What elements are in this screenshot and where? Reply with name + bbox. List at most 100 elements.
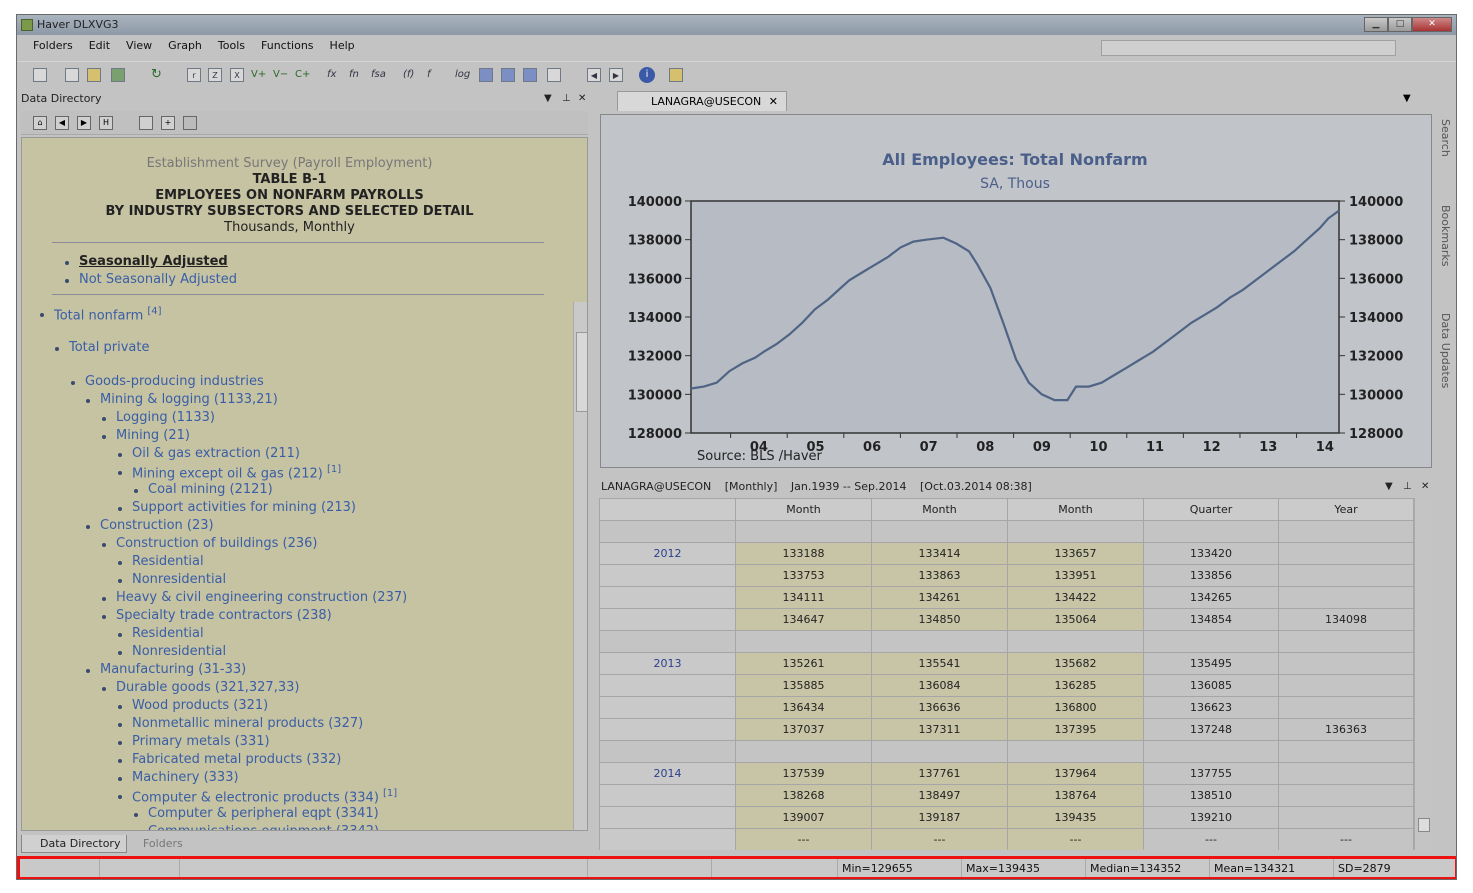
menu-folders[interactable]: Folders	[33, 39, 73, 52]
value-cell[interactable]: 139435	[1007, 806, 1144, 829]
v-plus-icon[interactable]: V+	[251, 67, 266, 83]
tree-item[interactable]: Nonresidential	[118, 572, 226, 587]
bar-chart-icon[interactable]	[479, 68, 493, 82]
value-cell[interactable]: ---	[871, 828, 1008, 850]
tree-item[interactable]: Heavy & civil engineering construction (…	[102, 590, 407, 605]
value-cell[interactable]: 138510	[1143, 784, 1279, 807]
x-icon[interactable]: X	[230, 68, 244, 82]
new-icon[interactable]	[33, 68, 47, 82]
grid-scrollbar[interactable]	[1414, 498, 1432, 850]
tree-item[interactable]: Wood products (321)	[118, 698, 268, 713]
seasonally-adjusted-link[interactable]: Seasonally Adjusted	[65, 254, 228, 269]
value-cell[interactable]: 135064	[1007, 608, 1144, 631]
tree-item[interactable]: Nonmetallic mineral products (327)	[118, 716, 363, 731]
value-cell[interactable]	[1278, 542, 1414, 565]
value-cell[interactable]: 134854	[1143, 608, 1279, 631]
value-cell[interactable]	[1278, 586, 1414, 609]
data-updates-side-tab[interactable]: Data Updates	[1439, 313, 1452, 388]
value-cell[interactable]: 137248	[1143, 718, 1279, 741]
value-cell[interactable]: 134261	[871, 586, 1008, 609]
tree-item[interactable]: Construction of buildings (236)	[102, 536, 318, 551]
year-cell[interactable]: 2014	[599, 762, 736, 785]
footnote-ref[interactable]: [4]	[147, 306, 161, 317]
grid-dropdown-icon[interactable]: ▼	[1385, 477, 1393, 496]
value-cell[interactable]: 139187	[871, 806, 1008, 829]
value-cell[interactable]: 133657	[1007, 542, 1144, 565]
tab-dropdown-icon[interactable]: ▼	[1403, 93, 1411, 104]
fx-icon[interactable]: fx	[327, 67, 336, 83]
value-cell[interactable]: 137964	[1007, 762, 1144, 785]
panel-close-icon[interactable]: ✕	[578, 89, 586, 109]
menu-tools[interactable]: Tools	[218, 39, 245, 52]
c-plus-icon[interactable]: C+	[295, 67, 310, 83]
dropdown-icon[interactable]: ▼	[544, 89, 552, 109]
value-cell[interactable]: 135682	[1007, 652, 1144, 675]
tree-item[interactable]: Mining except oil & gas (212) [1]	[118, 464, 341, 481]
value-cell[interactable]	[1278, 564, 1414, 587]
value-cell[interactable]: 135261	[735, 652, 872, 675]
forward-icon[interactable]: ▶	[609, 68, 623, 82]
value-cell[interactable]: 136434	[735, 696, 872, 719]
value-cell[interactable]: 134265	[1143, 586, 1279, 609]
value-cell[interactable]	[1143, 740, 1279, 763]
back-icon[interactable]: ◀	[587, 68, 601, 82]
chart-3-icon[interactable]	[523, 68, 537, 82]
value-cell[interactable]	[735, 630, 872, 653]
tree-item[interactable]: Oil & gas extraction (211)	[118, 446, 300, 461]
tab-data-directory[interactable]: Data Directory	[21, 835, 128, 853]
tree-item[interactable]: Logging (1133)	[102, 410, 215, 425]
f-icon[interactable]: f	[427, 67, 431, 83]
value-cell[interactable]	[871, 520, 1008, 543]
value-cell[interactable]: 137755	[1143, 762, 1279, 785]
fn-icon[interactable]: fn	[349, 67, 359, 83]
value-cell[interactable]: ---	[1278, 828, 1414, 850]
menu-view[interactable]: View	[126, 39, 152, 52]
grid-pin-icon[interactable]: ⊥	[1403, 477, 1412, 496]
year-cell[interactable]	[599, 630, 736, 653]
tree-item[interactable]: Construction (23)	[86, 518, 214, 533]
column-header[interactable]: Year	[1278, 498, 1414, 521]
value-cell[interactable]: 138764	[1007, 784, 1144, 807]
value-cell[interactable]	[1278, 520, 1414, 543]
tree-item[interactable]: Total nonfarm [4]	[40, 306, 162, 323]
value-cell[interactable]	[871, 740, 1008, 763]
not-seasonally-adjusted-link[interactable]: Not Seasonally Adjusted	[65, 272, 237, 287]
tab-folders[interactable]: Folders	[125, 835, 189, 853]
value-cell[interactable]: ---	[735, 828, 872, 850]
tree-item[interactable]: Residential	[118, 554, 204, 569]
tree-item[interactable]: Durable goods (321,327,33)	[102, 680, 299, 695]
value-cell[interactable]: 134850	[871, 608, 1008, 631]
bar-chart-2-icon[interactable]	[501, 68, 515, 82]
year-cell[interactable]	[599, 828, 736, 850]
info-icon[interactable]: i	[639, 67, 655, 83]
year-cell[interactable]	[599, 674, 736, 697]
search-side-tab[interactable]: Search	[1439, 119, 1452, 157]
tree-item[interactable]: Specialty trade contractors (238)	[102, 608, 332, 623]
value-cell[interactable]	[1278, 630, 1414, 653]
open-folder-icon[interactable]	[87, 68, 101, 82]
directory-scrollbar[interactable]	[573, 302, 587, 830]
value-cell[interactable]	[871, 630, 1008, 653]
log-icon[interactable]: log	[455, 67, 470, 83]
chart-icon[interactable]	[65, 68, 79, 82]
tree-item[interactable]: Mining & logging (1133,21)	[86, 392, 278, 407]
year-cell[interactable]	[599, 564, 736, 587]
value-cell[interactable]: 137311	[871, 718, 1008, 741]
value-cell[interactable]: 135885	[735, 674, 872, 697]
menu-help[interactable]: Help	[330, 39, 355, 52]
excel-icon[interactable]	[111, 68, 125, 82]
series-combo-input[interactable]	[1101, 40, 1396, 56]
value-cell[interactable]: 133856	[1143, 564, 1279, 587]
value-cell[interactable]: 133414	[871, 542, 1008, 565]
value-cell[interactable]	[1143, 520, 1279, 543]
year-cell[interactable]	[599, 608, 736, 631]
prev-icon[interactable]: ◀	[55, 116, 69, 130]
next-icon[interactable]: ▶	[77, 116, 91, 130]
value-cell[interactable]: 136285	[1007, 674, 1144, 697]
tree-item[interactable]: Manufacturing (31-33)	[86, 662, 246, 677]
column-header[interactable]: Month	[1007, 498, 1144, 521]
tree-item[interactable]: Computer & peripheral eqpt (3341)	[134, 806, 379, 821]
year-cell[interactable]	[599, 520, 736, 543]
check-chart-icon[interactable]	[547, 68, 561, 82]
tree-item[interactable]: Communications equipment (3342)	[148, 824, 379, 830]
